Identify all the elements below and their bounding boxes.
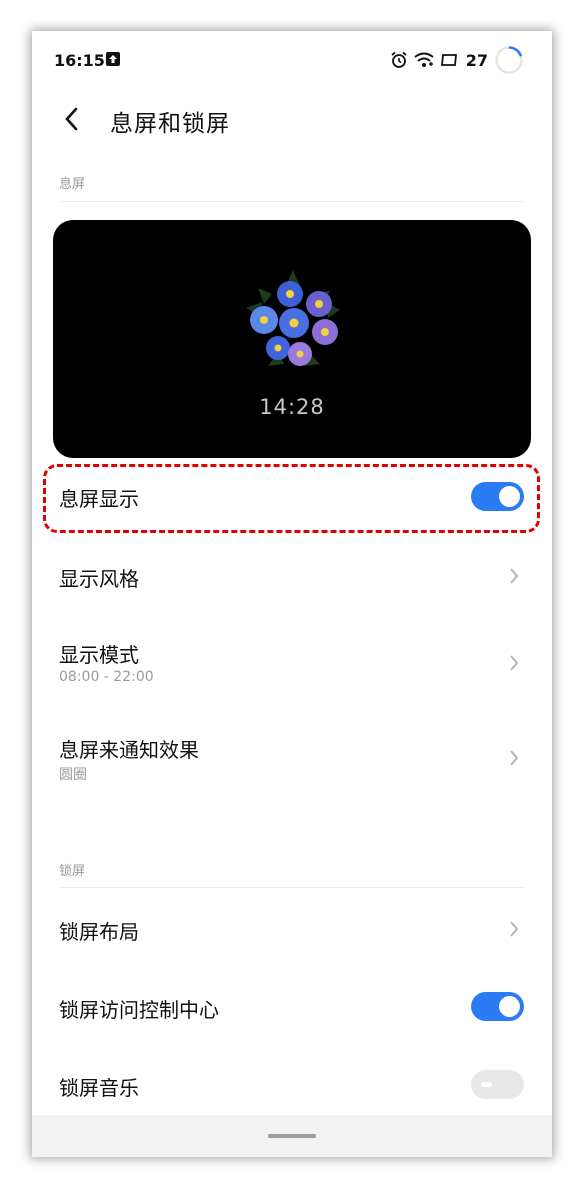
notification-effect-row[interactable]: 息屏来通知效果 圆圈	[32, 726, 552, 806]
home-indicator[interactable]	[268, 1134, 316, 1138]
back-chevron-icon[interactable]	[60, 103, 84, 135]
battery-ring-icon	[494, 45, 524, 75]
row-subtitle: 圆圈	[59, 767, 87, 783]
status-time: 16:15	[54, 51, 105, 70]
page-title: 息屏和锁屏	[110, 111, 230, 137]
toggle-knob	[481, 1082, 492, 1087]
divider	[59, 201, 525, 202]
status-bar: 16:15 27	[32, 31, 552, 87]
section-label-lock: 锁屏	[59, 864, 86, 879]
status-icons: 27	[390, 45, 524, 75]
navigation-bar	[32, 1115, 552, 1157]
row-title: 显示模式	[59, 643, 139, 667]
chevron-right-icon	[508, 653, 520, 673]
row-subtitle: 08:00 - 22:00	[59, 669, 154, 685]
toggle-knob	[499, 996, 520, 1017]
pansy-flowers-image	[246, 270, 340, 366]
battery-level: 27	[465, 50, 488, 70]
display-style-row[interactable]: 显示风格	[32, 551, 552, 621]
alarm-icon	[390, 51, 408, 69]
display-mode-row[interactable]: 显示模式 08:00 - 22:00	[32, 631, 552, 711]
highlight-annotation	[43, 464, 540, 533]
phone-screen: 16:15 27 息屏和锁屏 息屏 14:28 息屏显示 显示风格 显示模式 0…	[32, 31, 552, 1157]
upload-icon	[106, 52, 120, 66]
row-title: 显示风格	[59, 567, 139, 591]
wifi-icon	[414, 52, 434, 68]
row-title: 锁屏音乐	[59, 1076, 139, 1100]
lock-music-toggle[interactable]	[471, 1070, 524, 1099]
chevron-right-icon	[508, 748, 520, 768]
divider	[59, 887, 525, 888]
aod-preview: 14:28	[53, 220, 531, 458]
screen-icon	[440, 53, 458, 67]
lock-control-center-toggle[interactable]	[471, 992, 524, 1021]
chevron-right-icon	[508, 566, 520, 586]
lock-control-center-row[interactable]: 锁屏访问控制中心	[32, 983, 552, 1053]
lock-layout-row[interactable]: 锁屏布局	[32, 904, 552, 974]
row-title: 息屏来通知效果	[59, 738, 199, 762]
lock-music-row[interactable]: 锁屏音乐	[32, 1061, 552, 1121]
row-title: 锁屏访问控制中心	[59, 998, 219, 1022]
row-title: 锁屏布局	[59, 920, 139, 944]
section-label-aod: 息屏	[59, 177, 86, 192]
chevron-right-icon	[508, 919, 520, 939]
preview-clock: 14:28	[259, 395, 325, 419]
page-header: 息屏和锁屏	[32, 91, 552, 151]
